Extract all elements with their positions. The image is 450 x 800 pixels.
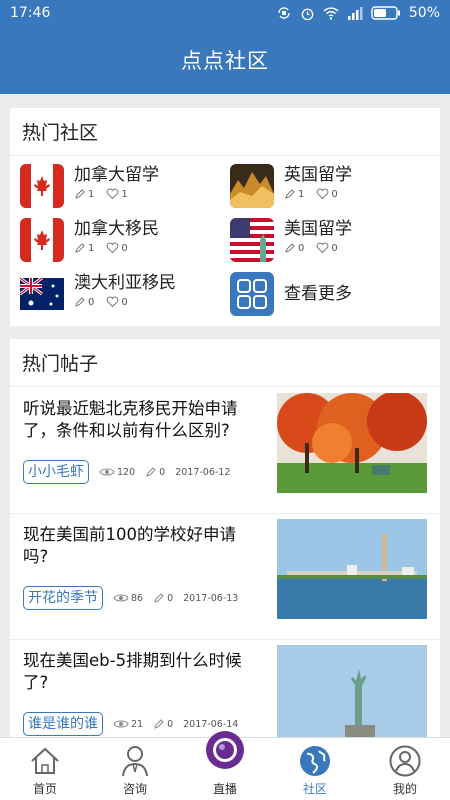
section-title: 热门帖子	[10, 339, 440, 387]
like-count: 0	[331, 242, 338, 254]
community-item[interactable]: 英国留学 1 0	[230, 164, 352, 208]
community-name: 美国留学	[284, 219, 352, 239]
home-icon	[31, 747, 59, 774]
post-count: 0	[88, 296, 95, 308]
community-item[interactable]: 澳大利亚移民 0 0	[20, 272, 176, 316]
post-date: 2017-06-13	[183, 592, 239, 604]
heart-icon	[106, 296, 119, 308]
app-bar: 点点社区	[0, 26, 450, 94]
tab-live[interactable]: 直播	[180, 731, 270, 800]
view-more-button[interactable]: 查看更多	[230, 272, 352, 316]
tab-label: 我的	[392, 782, 417, 796]
like-count: 1	[121, 188, 128, 200]
comment-count: 0	[159, 466, 166, 478]
status-bar: 17:46 50%	[0, 0, 450, 26]
pen-icon	[75, 189, 85, 199]
battery-percent: 50%	[408, 5, 440, 21]
like-count: 0	[121, 296, 128, 308]
post-title: 现在美国eb-5排期到什么时候了?	[23, 651, 242, 692]
community-item[interactable]: 加拿大留学 1 1	[20, 164, 159, 208]
hot-posts-card: 热门帖子 听说最近魁北克移民开始申请了，条件和以前有什么区别? 小小毛虾 120…	[10, 339, 440, 737]
author-tag[interactable]: 开花的季节	[23, 586, 103, 610]
community-name: 加拿大留学	[74, 165, 159, 185]
post-title: 现在美国前100的学校好申请吗?	[23, 525, 236, 566]
bottom-tab-bar: 首页 咨询 直播 社区 我的	[0, 731, 450, 800]
battery-icon	[371, 6, 400, 20]
tab-label: 社区	[302, 782, 327, 796]
post-count: 1	[88, 188, 95, 200]
author-tag[interactable]: 谁是谁的谁	[23, 712, 103, 736]
grid-more-icon	[230, 272, 274, 316]
tab-label: 首页	[32, 782, 57, 796]
globe-icon	[300, 746, 330, 776]
community-item[interactable]: 加拿大移民 1 0	[20, 218, 159, 262]
pen-icon	[285, 243, 295, 253]
section-title: 热门社区	[10, 108, 440, 156]
pen-icon	[75, 243, 85, 253]
author-tag[interactable]: 小小毛虾	[23, 460, 89, 484]
person-icon	[122, 746, 148, 777]
wifi-icon	[323, 7, 339, 20]
page-title: 点点社区	[181, 49, 269, 73]
live-camera-icon	[206, 731, 244, 769]
canada-flag-icon	[20, 218, 64, 262]
tab-consult[interactable]: 咨询	[90, 738, 180, 800]
uk-city-night-icon	[230, 164, 274, 208]
pen-icon	[154, 719, 164, 729]
pen-icon	[146, 467, 156, 477]
post-item[interactable]: 听说最近魁北克移民开始申请了，条件和以前有什么区别? 小小毛虾 120 0 20…	[10, 388, 440, 514]
heart-icon	[316, 188, 329, 200]
canada-flag-icon	[20, 164, 64, 208]
post-item[interactable]: 现在美国前100的学校好申请吗? 开花的季节 86 0 2017-06-13	[10, 514, 440, 640]
view-count: 86	[131, 592, 144, 604]
alarm-icon	[301, 8, 314, 20]
rotation-lock-icon	[278, 7, 290, 19]
view-more-label: 查看更多	[284, 284, 352, 304]
post-date: 2017-06-12	[175, 466, 231, 478]
profile-icon	[389, 745, 421, 777]
pen-icon	[154, 593, 164, 603]
eye-icon	[99, 468, 115, 476]
statue-of-liberty-image	[277, 645, 427, 737]
pen-icon	[285, 189, 295, 199]
harbor-town-image	[277, 519, 427, 619]
comment-count: 0	[167, 718, 174, 730]
like-count: 0	[331, 188, 338, 200]
heart-icon	[106, 188, 119, 200]
post-count: 1	[88, 242, 95, 254]
comment-count: 0	[167, 592, 174, 604]
status-icons: 50%	[276, 5, 440, 21]
post-date: 2017-06-14	[183, 718, 239, 730]
tab-label: 直播	[212, 782, 237, 796]
heart-icon	[316, 242, 329, 254]
community-grid: 加拿大留学 1 1 英国留学 1 0 加拿大移民 1 0 美国留学 0 0 澳大…	[10, 156, 440, 326]
pen-icon	[75, 297, 85, 307]
community-name: 英国留学	[284, 165, 352, 185]
view-count: 120	[117, 466, 136, 478]
post-item[interactable]: 现在美国eb-5排期到什么时候了? 谁是谁的谁 21 0 2017-06-14	[10, 640, 440, 737]
like-count: 0	[121, 242, 128, 254]
post-title: 听说最近魁北克移民开始申请了，条件和以前有什么区别?	[23, 399, 238, 440]
tab-mine[interactable]: 我的	[360, 738, 450, 800]
tab-home[interactable]: 首页	[0, 738, 90, 800]
community-name: 澳大利亚移民	[74, 273, 176, 293]
post-count: 1	[298, 188, 305, 200]
view-count: 21	[131, 718, 144, 730]
community-name: 加拿大移民	[74, 219, 159, 239]
australia-flag-icon	[20, 272, 64, 316]
eye-icon	[113, 720, 129, 728]
autumn-trees-image	[277, 393, 427, 493]
heart-icon	[106, 242, 119, 254]
tab-community[interactable]: 社区	[270, 738, 360, 800]
us-flag-statue-icon	[230, 218, 274, 262]
community-item[interactable]: 美国留学 0 0	[230, 218, 352, 262]
tab-label: 咨询	[122, 782, 147, 796]
eye-icon	[113, 594, 129, 602]
hot-communities-card: 热门社区 加拿大留学 1 1 英国留学 1 0 加拿大移民 1 0 美国留学 0…	[10, 108, 440, 326]
post-count: 0	[298, 242, 305, 254]
status-time: 17:46	[10, 5, 51, 21]
signal-icon	[347, 6, 363, 20]
